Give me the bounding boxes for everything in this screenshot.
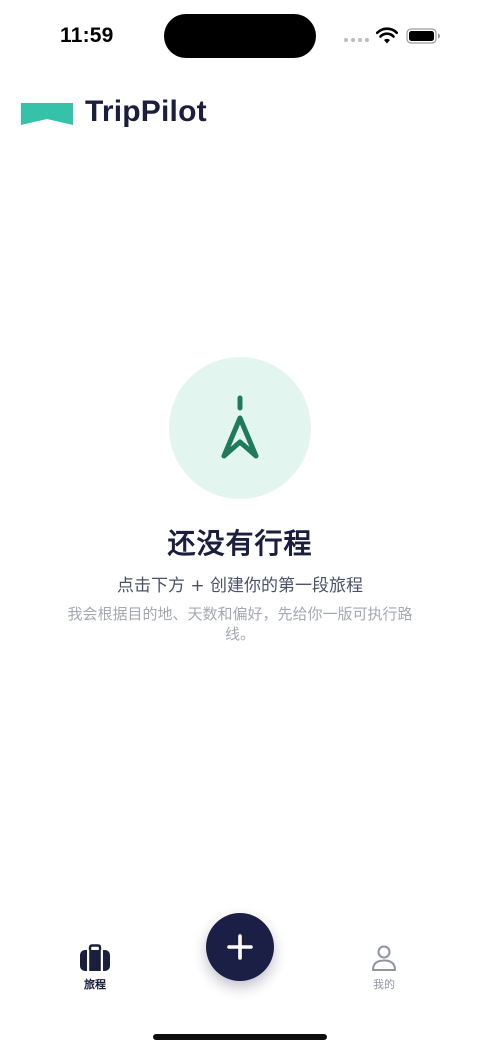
empty-state-description: 我会根据目的地、天数和偏好，先给你一版可执行路线。 xyxy=(67,605,413,643)
plus-icon xyxy=(227,934,253,960)
dynamic-island xyxy=(164,14,316,58)
empty-state-subtitle: 点击下方 + 创建你的第一段旅程 xyxy=(116,576,364,596)
empty-state-title: 还没有行程 xyxy=(167,527,313,560)
person-icon xyxy=(372,945,396,971)
suitcase-icon xyxy=(80,944,110,971)
app-title: TripPilot xyxy=(85,95,207,128)
navigation-arrow-icon xyxy=(221,395,259,459)
home-indicator xyxy=(153,1034,327,1040)
tab-trips[interactable]: 旅程 xyxy=(65,944,125,992)
add-trip-button[interactable] xyxy=(206,913,274,981)
tab-label: 旅程 xyxy=(84,978,106,991)
screen: 11:59 TripPilot 还没有行程 点击下方 + 创建你的第一段旅程 我… xyxy=(0,0,480,1048)
status-time: 11:59 xyxy=(60,24,114,47)
trippilot-logo-icon xyxy=(21,103,73,125)
tab-me[interactable]: 我的 xyxy=(354,944,414,992)
tab-label: 我的 xyxy=(373,978,395,991)
empty-state-illustration xyxy=(169,357,311,499)
battery-icon xyxy=(406,28,440,44)
wifi-icon xyxy=(376,27,398,44)
cellular-dots-icon xyxy=(344,38,369,42)
